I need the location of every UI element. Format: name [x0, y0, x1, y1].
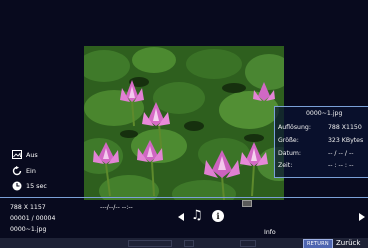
info-value: 323 KBytes [328, 137, 364, 144]
lotus-photo [84, 46, 284, 200]
status-filename: 0000~1.jpg [10, 226, 47, 233]
info-value: -- : -- : -- [328, 162, 354, 169]
arrow-left-icon[interactable] [178, 213, 184, 221]
ghost-button [240, 240, 256, 247]
status-resolution: 788 X 1157 [10, 204, 46, 211]
photo-viewer-screen: 0000~1.jpg Auflösung: 788 X1150 Größe: 3… [0, 0, 368, 248]
option-interval[interactable]: 15 sec [12, 180, 47, 191]
music-note-icon[interactable]: ♫ [191, 209, 203, 223]
status-index: 00001 / 00004 [10, 215, 56, 222]
info-row-date: Datum: -- / -- / -- [278, 150, 368, 159]
info-label: Größe: [278, 137, 299, 144]
arrow-right-icon[interactable] [359, 213, 365, 221]
option-interval-label: 15 sec [26, 181, 47, 190]
option-repeat[interactable]: Ein [12, 165, 36, 176]
camera-icon [242, 200, 252, 207]
option-repeat-label: Ein [26, 166, 36, 175]
info-icon[interactable]: i [212, 210, 224, 222]
picture-icon [12, 150, 22, 160]
return-label: Zurück [336, 239, 361, 247]
info-label: Zeit: [278, 162, 293, 169]
status-datetime: ---/--/-- --:-- [100, 204, 133, 211]
info-label: Auflösung: [278, 124, 311, 131]
return-key-badge[interactable]: RETURN [303, 239, 333, 248]
info-button-label: Info [264, 229, 276, 236]
info-label: Datum: [278, 150, 302, 157]
divider [0, 197, 368, 198]
clock-icon [12, 181, 22, 191]
info-row-time: Zeit: -- : -- : -- [278, 162, 368, 171]
photo-display [84, 46, 284, 200]
option-picture[interactable]: Aus [12, 149, 38, 160]
info-row-resolution: Auflösung: 788 X1150 [278, 124, 368, 133]
info-value: 788 X1150 [328, 124, 362, 131]
file-info-panel: 0000~1.jpg Auflösung: 788 X1150 Größe: 3… [274, 106, 368, 178]
info-value: -- / -- / -- [328, 150, 354, 157]
ghost-button [184, 240, 194, 247]
info-filename: 0000~1.jpg [306, 110, 343, 117]
ghost-button [128, 240, 172, 247]
info-row-size: Größe: 323 KBytes [278, 137, 368, 146]
repeat-icon [12, 165, 22, 176]
option-picture-label: Aus [26, 150, 38, 159]
